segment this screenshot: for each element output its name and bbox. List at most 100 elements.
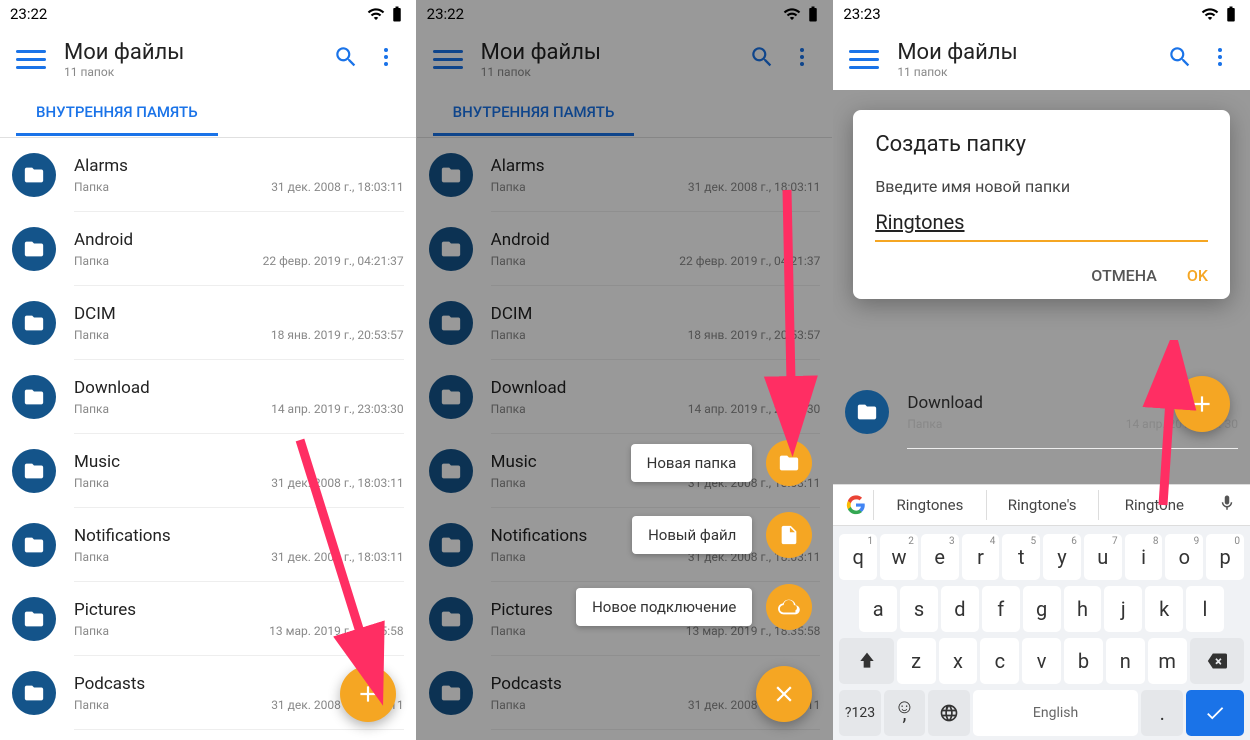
file-name: Android — [74, 230, 404, 250]
app-bar: Мои файлы 11 папок — [417, 28, 833, 90]
key-j[interactable]: j — [1104, 586, 1142, 632]
backspace-key[interactable] — [1190, 638, 1244, 684]
cancel-button[interactable]: ОТМЕНА — [1091, 266, 1157, 285]
key-t[interactable]: 5t — [1002, 534, 1040, 580]
key-f[interactable]: f — [982, 586, 1020, 632]
file-date: 31 дек. 2008 г., 18:03:11 — [271, 476, 403, 490]
list-item[interactable]: Notifications Папка31 дек. 2008 г., 18:0… — [0, 508, 416, 582]
status-time: 23:22 — [427, 5, 464, 23]
key-p[interactable]: 0p — [1206, 534, 1244, 580]
key-m[interactable]: m — [1148, 638, 1187, 684]
key-s[interactable]: s — [900, 586, 938, 632]
search-icon[interactable] — [326, 44, 366, 74]
key-v[interactable]: v — [1022, 638, 1061, 684]
mic-icon[interactable] — [1210, 494, 1244, 516]
key-y[interactable]: 6y — [1043, 534, 1081, 580]
more-icon[interactable] — [366, 45, 406, 73]
file-name: Alarms — [74, 156, 404, 176]
wifi-icon — [1201, 5, 1219, 23]
more-icon[interactable] — [782, 45, 822, 73]
file-date: 31 дек. 2008 г., 18:03:11 — [688, 180, 820, 194]
menu-icon[interactable] — [849, 50, 879, 69]
cloud-icon — [766, 584, 812, 630]
key-u[interactable]: 7u — [1084, 534, 1122, 580]
file-type: Папка — [74, 254, 109, 268]
battery-icon — [1222, 5, 1240, 23]
speed-dial-new-file[interactable]: Новый файл — [632, 512, 812, 558]
folder-icon — [12, 597, 56, 641]
list-item[interactable]: Alarms Папка31 дек. 2008 г., 18:03:11 — [417, 138, 833, 212]
key-n[interactable]: n — [1106, 638, 1145, 684]
shift-key[interactable] — [839, 638, 893, 684]
speed-dial-new-folder[interactable]: Новая папка — [631, 440, 813, 486]
key-g[interactable]: g — [1023, 586, 1061, 632]
key-q[interactable]: 1q — [839, 534, 877, 580]
menu-icon[interactable] — [433, 50, 463, 69]
key-r[interactable]: 4r — [962, 534, 1000, 580]
key-k[interactable]: k — [1145, 586, 1183, 632]
language-key[interactable] — [928, 690, 969, 736]
list-item[interactable]: Download Папка14 апр. 2019 г., 23:03:30 — [0, 360, 416, 434]
more-icon[interactable] — [1200, 45, 1240, 73]
key-d[interactable]: d — [941, 586, 979, 632]
list-item[interactable]: Download Папка14 апр. 2019 г., 23:03:30 — [417, 360, 833, 434]
file-name: DCIM — [491, 304, 821, 324]
key-i[interactable]: 8i — [1125, 534, 1163, 580]
file-date: 31 дек. 2008 г., 18:03:11 — [271, 180, 403, 194]
file-type: Папка — [491, 698, 526, 712]
list-item[interactable]: Pictures Папка13 мар. 2019 г., 18:35:58 — [0, 582, 416, 656]
folder-icon — [766, 440, 812, 486]
file-type: Папка — [491, 550, 526, 564]
key-b[interactable]: b — [1064, 638, 1103, 684]
status-time: 23:23 — [843, 5, 880, 23]
key-c[interactable]: c — [980, 638, 1019, 684]
list-item[interactable]: DCIM Папка18 янв. 2019 г., 20:53:57 — [0, 286, 416, 360]
file-date: 14 апр. 2019 г., 23:03:30 — [271, 402, 404, 416]
folder-icon — [429, 597, 473, 641]
list-item[interactable]: Music Папка31 дек. 2008 г., 18:03:11 — [0, 434, 416, 508]
file-type: Папка — [74, 328, 109, 342]
fab-add[interactable] — [1174, 376, 1230, 432]
key-o[interactable]: 9o — [1165, 534, 1203, 580]
comma-key[interactable]: ☺, — [884, 690, 925, 736]
space-key[interactable]: English — [973, 690, 1139, 736]
ok-button[interactable]: OK — [1187, 266, 1208, 285]
file-date: 22 февр. 2019 г., 04:21:37 — [263, 254, 404, 268]
key-a[interactable]: a — [859, 586, 897, 632]
list-item[interactable]: Android Папка 22 февр. 2019 г., 04:21:37 — [0, 212, 416, 286]
file-type: Папка — [74, 402, 109, 416]
search-icon[interactable] — [1160, 44, 1200, 74]
period-key[interactable]: . — [1141, 690, 1182, 736]
list-item[interactable]: DCIM Папка18 янв. 2019 г., 20:53:57 — [417, 286, 833, 360]
suggestion[interactable]: Ringtones — [873, 490, 985, 520]
folder-name-input[interactable]: Ringtones — [875, 210, 1208, 242]
folder-icon — [429, 375, 473, 419]
fab-add[interactable] — [340, 666, 396, 722]
enter-key[interactable] — [1186, 690, 1244, 736]
search-icon[interactable] — [742, 44, 782, 74]
tab-internal-storage[interactable]: ВНУТРЕННЯЯ ПАМЯТЬ — [433, 91, 635, 136]
wifi-icon — [367, 5, 385, 23]
pane-1: 23:22 Мои файлы 11 папок ВНУТРЕННЯЯ ПАМЯ… — [0, 0, 417, 740]
tab-internal-storage[interactable]: ВНУТРЕННЯЯ ПАМЯТЬ — [16, 91, 218, 136]
key-x[interactable]: x — [939, 638, 978, 684]
fab-close[interactable] — [756, 666, 812, 722]
file-list[interactable]: Alarms Папка31 дек. 2008 г., 18:03:11 An… — [0, 138, 416, 730]
key-h[interactable]: h — [1064, 586, 1102, 632]
storage-tabs: ВНУТРЕННЯЯ ПАМЯТЬ — [417, 90, 833, 138]
list-item[interactable]: Android Папка22 февр. 2019 г., 04:21:37 — [417, 212, 833, 286]
list-item[interactable]: Alarms Папка31 дек. 2008 г., 18:03:11 — [0, 138, 416, 212]
google-icon[interactable] — [839, 495, 873, 515]
key-w[interactable]: 2w — [880, 534, 918, 580]
key-z[interactable]: z — [897, 638, 936, 684]
suggestion[interactable]: Ringtone's — [986, 490, 1098, 520]
file-type: Папка — [491, 254, 526, 268]
key-e[interactable]: 3e — [921, 534, 959, 580]
speed-dial-new-connection[interactable]: Новое подключение — [576, 584, 812, 630]
menu-icon[interactable] — [16, 50, 46, 69]
symbols-key[interactable]: ?123 — [839, 690, 880, 736]
file-type: Папка — [74, 698, 109, 712]
suggestion[interactable]: Ringtone — [1098, 490, 1210, 520]
key-l[interactable]: l — [1186, 586, 1224, 632]
file-list[interactable]: Alarms Папка31 дек. 2008 г., 18:03:11 An… — [417, 138, 833, 730]
